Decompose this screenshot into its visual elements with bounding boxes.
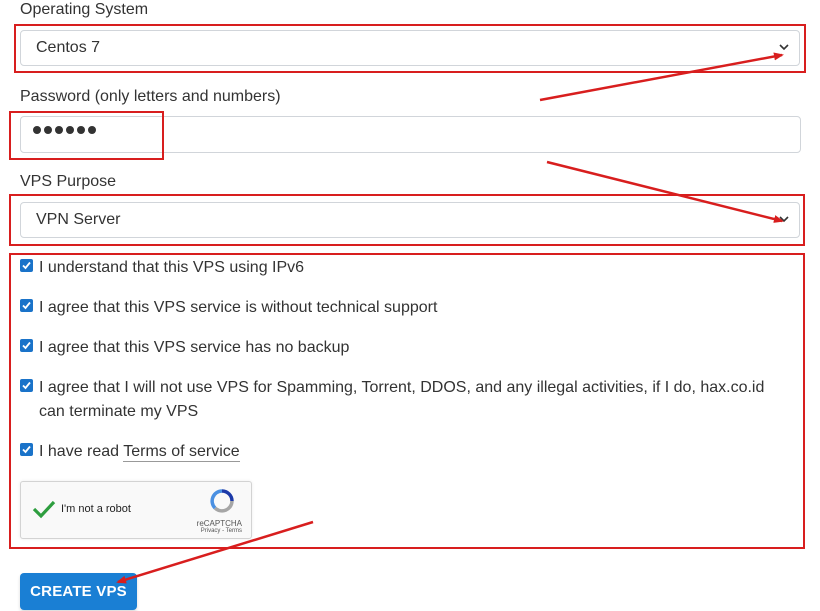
- os-label: Operating System: [20, 1, 149, 18]
- annotation-box-agreements: [9, 253, 805, 549]
- create-vps-button[interactable]: CREATE VPS: [20, 573, 137, 610]
- annotation-box-password: [9, 111, 164, 160]
- password-label: Password (only letters and numbers): [20, 88, 281, 105]
- purpose-label: VPS Purpose: [20, 173, 117, 190]
- annotation-box-purpose: [9, 194, 805, 246]
- annotation-box-os: [14, 24, 806, 73]
